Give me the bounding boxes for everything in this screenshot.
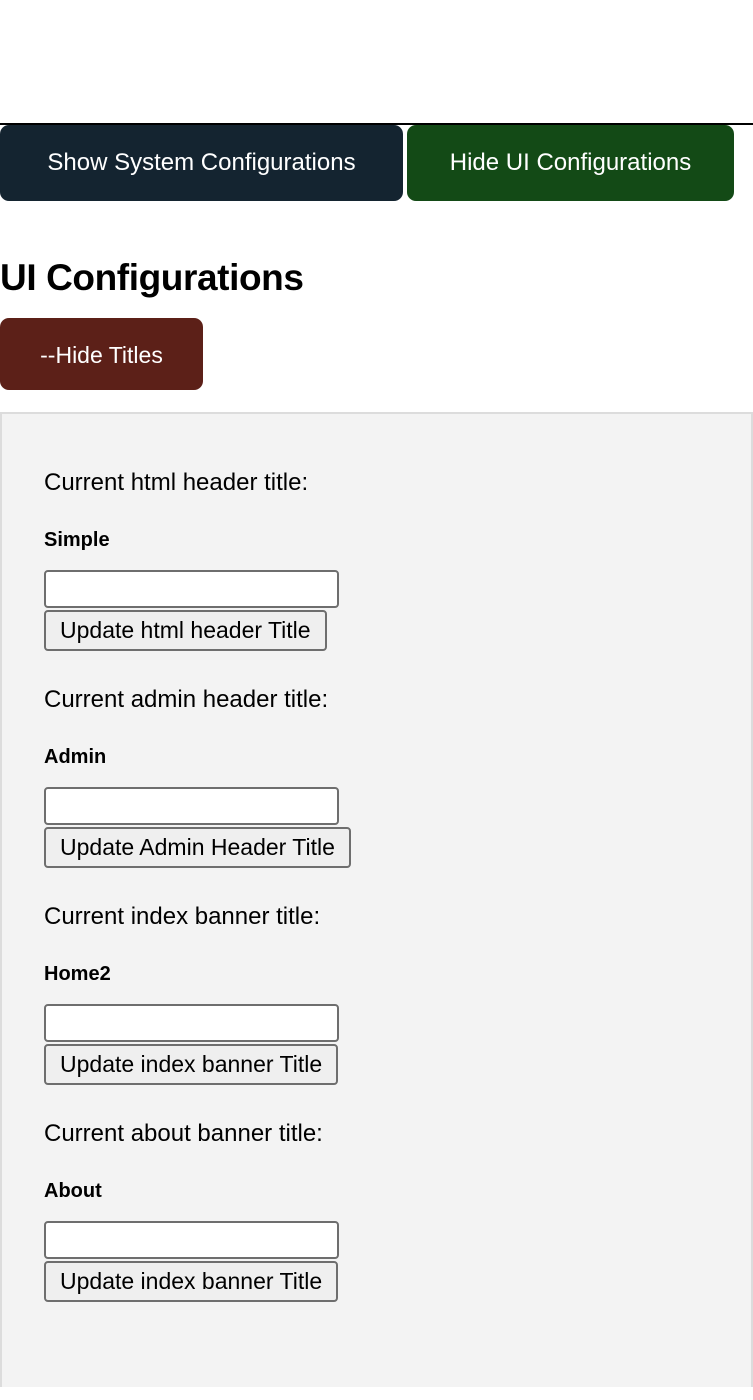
field-spacer xyxy=(44,653,751,685)
field-legend: Current admin header title: xyxy=(44,686,329,713)
html-header-title-input[interactable] xyxy=(44,570,339,608)
field-group-about-banner: Current about banner title: About Update… xyxy=(44,1119,751,1302)
field-legend: Current html header title: xyxy=(44,469,309,496)
field-legend: Current about banner title: xyxy=(44,1120,323,1147)
configuration-nav-strip: Show System Configurations Hide UI Confi… xyxy=(0,125,753,201)
field-group-index-banner: Current index banner title: Home2 Update… xyxy=(44,902,751,1085)
hide-titles-button[interactable]: --Hide Titles xyxy=(0,318,203,390)
about-banner-title-input[interactable] xyxy=(44,1221,339,1259)
update-index-banner-title-button[interactable]: Update index banner Title xyxy=(44,1044,339,1085)
admin-header-title-input[interactable] xyxy=(44,787,339,825)
field-current-value: About xyxy=(44,1180,102,1202)
field-group-html-header: Current html header title: Simple Update… xyxy=(44,468,751,651)
field-legend: Current index banner title: xyxy=(44,903,321,930)
field-current-value: Home2 xyxy=(44,963,111,985)
field-current-value: Simple xyxy=(44,529,110,551)
field-spacer xyxy=(44,1087,751,1119)
hide-titles-toggle-wrap: --Hide Titles xyxy=(0,300,753,390)
toggle-panel-gap xyxy=(0,390,753,412)
update-html-header-title-button[interactable]: Update html header Title xyxy=(44,610,327,651)
field-current-value: Admin xyxy=(44,746,107,768)
ui-configurations-panel: Current html header title: Simple Update… xyxy=(0,412,753,1387)
hide-ui-configurations-button[interactable]: Hide UI Configurations xyxy=(407,125,734,201)
update-about-banner-title-button[interactable]: Update index banner Title xyxy=(44,1261,339,1302)
field-group-admin-header: Current admin header title: Admin Update… xyxy=(44,685,751,868)
update-admin-header-title-button[interactable]: Update Admin Header Title xyxy=(44,827,351,868)
index-banner-title-input[interactable] xyxy=(44,1004,339,1042)
page-title: UI Configurations xyxy=(0,257,304,298)
show-system-configurations-button[interactable]: Show System Configurations xyxy=(0,125,403,201)
scrolled-content-spacer xyxy=(0,0,753,123)
field-spacer xyxy=(44,870,751,902)
